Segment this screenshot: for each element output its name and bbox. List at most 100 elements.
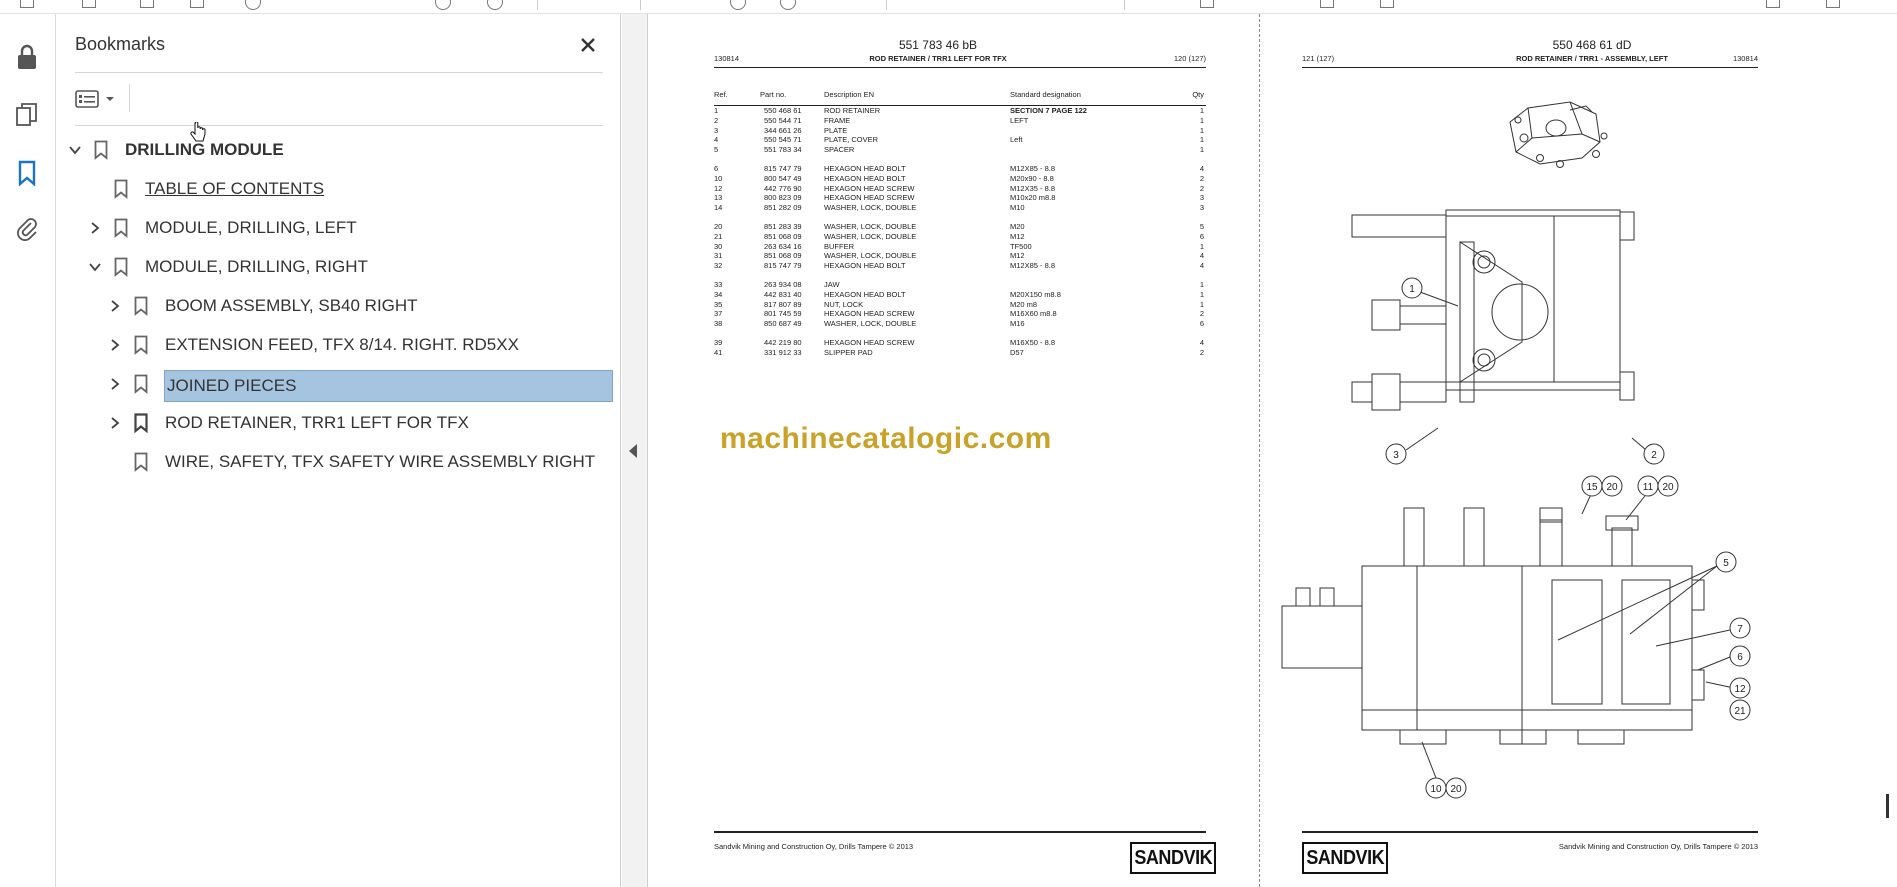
toolbar-icon[interactable] (435, 0, 451, 10)
bookmark-module-drilling-left[interactable]: MODULE, DRILLING, LEFT (85, 212, 359, 244)
table-cell: 1 (1199, 106, 1204, 115)
pages-icon[interactable] (12, 100, 42, 130)
table-cell: 6 (1199, 231, 1204, 241)
table-cell: NUT, LOCK (824, 299, 864, 309)
table-cell: 3 (1199, 193, 1204, 203)
table-cell: 1 (1199, 145, 1204, 155)
table-cell: 2 (1199, 173, 1204, 183)
table-cell: M20X150 m8.8 (1010, 289, 1061, 299)
table-row: 20 851 283 39 WASHER, LOCK, DOUBLE M20 5 (714, 222, 1206, 232)
page-121: 550 468 61 dD 121 (127) ROD RETAINER / T… (1262, 20, 1882, 884)
chevron-right-icon[interactable] (85, 218, 105, 238)
table-cell: PLATE (824, 125, 848, 135)
table-cell: 3 (1199, 203, 1204, 213)
toolbar-icon[interactable] (20, 0, 34, 8)
sandvik-logo: SANDVIK (1130, 842, 1216, 874)
table-cell: SPACER (824, 145, 855, 155)
vertical-scrollbar[interactable] (1886, 794, 1889, 818)
bookmark-wire-safety[interactable]: WIRE, SAFETY, TFX SAFETY WIRE ASSEMBLY R… (105, 446, 597, 478)
table-cell: M12 (1010, 231, 1025, 241)
toolbar-icon[interactable] (1200, 0, 1214, 8)
toolbar-icon[interactable] (1826, 0, 1840, 8)
table-cell: 1 (1199, 135, 1204, 145)
table-cell: HEXAGON HEAD BOLT (824, 163, 906, 173)
table-spacer (714, 213, 1206, 222)
chevron-right-icon[interactable] (105, 335, 125, 355)
toolbar-icon[interactable] (1380, 0, 1394, 8)
toolbar-icon[interactable] (487, 0, 503, 10)
table-cell: PLATE, COVER (824, 135, 879, 145)
table-cell: 20 (714, 221, 723, 231)
toolbar-icon[interactable] (82, 0, 96, 8)
table-cell: HEXAGON HEAD SCREW (824, 193, 915, 203)
lock-icon[interactable] (12, 42, 42, 72)
table-cell: M20x90 - 8.8 (1010, 173, 1054, 183)
table-cell: 2 (1199, 347, 1204, 357)
table-cell: 37 (714, 309, 723, 319)
bookmark-extension-feed[interactable]: EXTENSION FEED, TFX 8/14. RIGHT. RD5XX (105, 329, 521, 361)
table-cell: 442 219 80 (764, 337, 802, 347)
panel-title: Bookmarks (75, 34, 166, 54)
bookmark-label: WIRE, SAFETY, TFX SAFETY WIRE ASSEMBLY R… (165, 452, 596, 471)
table-cell: 851 068 09 (764, 231, 802, 241)
chevron-right-icon[interactable] (105, 374, 125, 394)
svg-text:3: 3 (1393, 450, 1399, 461)
table-cell: M12X85 - 8.8 (1010, 163, 1056, 173)
table-cell: 4 (1199, 163, 1204, 173)
table-cell: 851 283 39 (764, 221, 802, 231)
table-cell (1010, 145, 1174, 155)
panel-splitter[interactable] (622, 14, 648, 887)
toolbar-icon[interactable] (140, 0, 154, 8)
bookmark-rod-retainer[interactable]: ROD RETAINER, TRR1 LEFT FOR TFX (105, 407, 471, 439)
collapse-panel-icon[interactable] (629, 444, 637, 458)
table-cell: 550 468 61 (764, 106, 802, 115)
attachment-icon[interactable] (12, 214, 42, 244)
toolbar-icon[interactable] (780, 0, 796, 10)
document-view[interactable]: 551 783 46 bB 130814 ROD RETAINER / TRR1… (648, 14, 1897, 887)
toolbar-icon[interactable] (1320, 0, 1334, 8)
bookmark-icon[interactable] (12, 158, 42, 188)
bookmark-boom-assembly[interactable]: BOOM ASSEMBLY, SB40 RIGHT (105, 290, 420, 322)
page-footer: Sandvik Mining and Construction Oy, Dril… (1558, 842, 1758, 851)
table-cell: 4 (1199, 251, 1204, 261)
bookmark-module-drilling-right[interactable]: MODULE, DRILLING, RIGHT (85, 251, 370, 283)
table-cell: 3 (714, 125, 719, 135)
bookmark-label: MODULE, DRILLING, RIGHT (145, 257, 368, 276)
bookmark-options-button[interactable] (75, 84, 121, 114)
bookmark-label: DRILLING MODULE (125, 140, 284, 159)
table-row: 12 442 776 90 HEXAGON HEAD SCREW M12X35 - 8… (714, 184, 1206, 194)
table-cell: 33 (714, 279, 723, 289)
search-icon[interactable] (245, 0, 261, 10)
close-panel-button[interactable] (573, 30, 603, 60)
table-cell: M16X60 m8.8 (1010, 309, 1057, 319)
bookmark-drilling-module[interactable]: DRILLING MODULE (65, 134, 286, 166)
table-cell: HEXAGON HEAD BOLT (824, 173, 906, 183)
column-header: Part no. (760, 90, 824, 106)
bookmarks-panel: Bookmarks DRILLING MODULE TABLE OF CONTE… (57, 14, 621, 887)
table-cell (1010, 280, 1174, 290)
svg-text:20: 20 (1606, 482, 1618, 493)
bookmark-joined-pieces-selected[interactable]: JOINED PIECES (164, 370, 613, 402)
chevron-right-icon[interactable] (105, 413, 125, 433)
svg-text:11: 11 (1643, 482, 1654, 493)
bookmark-joined-pieces[interactable] (105, 368, 163, 400)
toolbar-icon[interactable] (190, 0, 204, 8)
chevron-down-icon[interactable] (65, 140, 85, 160)
table-cell: ROD RETAINER (824, 106, 881, 115)
svg-text:20: 20 (1662, 482, 1674, 493)
toolbar-icon[interactable] (1766, 0, 1780, 8)
bookmark-table-of-contents[interactable]: TABLE OF CONTENTS (85, 173, 326, 205)
table-cell: SECTION 7 PAGE 122 (1010, 106, 1087, 115)
table-cell: 851 068 09 (764, 251, 802, 261)
page-ref: 120 (127) (1173, 54, 1206, 63)
close-icon (581, 38, 595, 52)
chevron-down-icon[interactable] (85, 257, 105, 277)
svg-text:20: 20 (1450, 784, 1462, 795)
table-cell: M20 m8 (1010, 299, 1038, 309)
chevron-right-icon[interactable] (105, 296, 125, 316)
toolbar-icon[interactable] (730, 0, 746, 10)
table-row: 14 851 282 09 WASHER, LOCK, DOUBLE M10 3 (714, 203, 1206, 213)
svg-text:15: 15 (1586, 482, 1598, 493)
bookmark-icon (111, 256, 131, 278)
table-cell: 2 (714, 115, 719, 125)
